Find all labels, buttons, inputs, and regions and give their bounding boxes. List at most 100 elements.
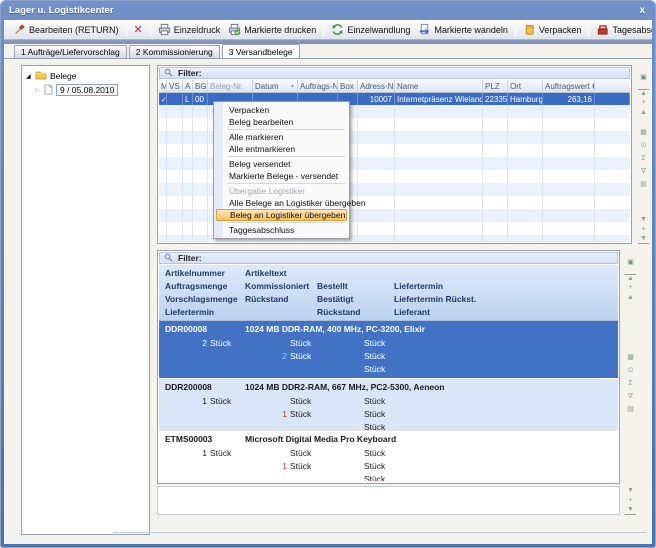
layout-icon[interactable]: ▤ [625,405,636,415]
header-auftragsmenge[interactable]: Auftragsmenge [165,280,227,293]
column-header-auftragswert[interactable]: Auftragswert € [543,80,595,92]
header-lieferant[interactable]: Lieferant [394,306,430,319]
up-row-icon[interactable]: ▲ [638,108,649,118]
artikel-row-ddr200008[interactable]: DDR2000081024 MB DDR2-RAM, 667 MHz, PC2-… [159,378,618,430]
tree-expanded-icon[interactable]: ◢ [26,73,32,80]
sum-icon[interactable]: Σ [638,154,649,164]
artikel-grid: Filter: Artikelnummer Artikeltext Auftra… [157,250,620,484]
markierte-drucken-button[interactable]: Markierte drucken [224,22,320,38]
tab-auftraege-liefervorschlag[interactable]: 1 Aufträge/Liefervorschlag [14,45,127,58]
menu-item-alle-entmarkieren[interactable]: Alle entmarkieren [215,143,348,155]
unit-label: Stück [290,460,311,473]
magnifier-icon [164,253,173,264]
column-header-auftrags-nr[interactable]: Auftrags-Nr. [298,80,338,92]
header-rueckstand[interactable]: Rückstand [245,293,288,306]
tagesabschluss-button[interactable]: Tagesabschluss [592,22,652,38]
add-row-icon[interactable]: + [625,496,636,506]
filter-icon[interactable]: ∇ [625,392,636,402]
menu-item-beleg-versendet[interactable]: Beleg versendet [215,158,348,170]
header-artikelnummer[interactable]: Artikelnummer [165,267,225,280]
unit-label: Stück [364,337,385,350]
unit-label: Stück [290,350,311,363]
close-button[interactable]: x [635,5,649,16]
sum-icon[interactable]: Σ [625,379,636,389]
menu-item-alle-belege-an-logistiker[interactable]: Alle Belege an Logistiker übergeben [215,197,348,209]
header-liefertermin2[interactable]: Liefertermin [165,306,214,319]
unit-label: Stück [290,337,311,350]
column-header-box[interactable]: Box [338,80,358,92]
column-header-adress-nr[interactable]: Adress-Nr. [358,80,395,92]
tab-kommissionierung[interactable]: 2 Kommissionierung [129,45,220,58]
last-row-icon[interactable]: ▼ [638,235,649,244]
bottom-filter-bar[interactable]: Filter: [159,252,618,264]
artikel-row-etms00003[interactable]: ETMS00003Microsoft Digital Media Pro Key… [159,430,618,481]
column-chooser-icon[interactable]: ▣ [625,258,636,268]
column-header-bg[interactable]: BG [193,80,208,92]
column-header-a[interactable]: A [183,80,193,92]
bearbeiten-button[interactable]: Bearbeiten (RETURN) [9,22,123,38]
menu-item-verpacken[interactable]: Verpacken [215,104,348,116]
grid-view-icon[interactable]: ▦ [638,128,649,138]
header-bestaetigt[interactable]: Bestätigt [317,293,353,306]
printer-check-icon [228,23,241,36]
column-header-plz[interactable]: PLZ [483,80,508,92]
down-row-icon[interactable]: ▼ [625,486,636,496]
tab-versandbelege[interactable]: 3 Versandbelege [222,44,300,58]
delete-button[interactable]: ✕ [130,22,147,38]
einzeldruck-button[interactable]: Einzeldruck [154,22,225,38]
markierte-wandeln-button[interactable]: Markierte wandeln [414,22,512,38]
column-header-beleg-nr[interactable]: Beleg-Nr. [208,80,253,92]
search-icon[interactable]: ⊙ [638,141,649,151]
header-bestellt[interactable]: Bestellt [317,280,348,293]
header-liefertermin-rueckst[interactable]: Liefertermin Rückst. [394,293,476,306]
menu-item-beleg-an-logistiker[interactable]: Beleg an Logistiker übergeben [216,209,347,221]
unit-label: Stück [290,395,311,408]
artikel-grid-footer-area [157,486,620,515]
search-icon[interactable]: ⊙ [625,366,636,376]
up-row-icon[interactable]: ▲ [625,293,636,303]
header-vorschlagsmenge[interactable]: Vorschlagsmenge [165,293,238,306]
menu-item-markierte-belege-versendet[interactable]: Markierte Belege - versendet [215,170,348,182]
column-header-ort[interactable]: Ort [508,80,543,92]
menu-item-tagesabschluss[interactable]: Taggesabschluss [215,224,348,236]
tree-collapsed-icon[interactable]: ▷ [35,87,41,94]
filter-label: Filter: [178,253,202,263]
grid-view-icon[interactable]: ▦ [625,353,636,363]
layout-icon[interactable]: ▤ [638,180,649,190]
add-row-icon[interactable]: + [638,98,649,108]
unit-label: Stück [210,395,231,408]
tree-node-beleg-9[interactable]: ▷ 9 / 05.08.2010 [22,83,149,97]
header-rueckstand2[interactable]: Rückstand [317,306,360,319]
einzelwandlung-button[interactable]: Einzelwandlung [327,22,414,38]
add-row-icon[interactable]: + [625,283,636,293]
column-header-vs[interactable]: VS [167,80,183,92]
delete-x-icon: ✕ [134,23,143,36]
column-header-m[interactable]: M [159,80,167,92]
main-toolbar: Bearbeiten (RETURN) ✕ Einzeldruck Markie… [4,20,652,40]
down-row-icon[interactable]: ▼ [638,215,649,225]
top-filter-bar[interactable]: Filter: [159,67,630,79]
einzelwandlung-label: Einzelwandlung [347,25,410,35]
header-liefertermin[interactable]: Liefertermin [394,280,443,293]
header-kommissioniert[interactable]: Kommissioniert [245,280,309,293]
column-header-datum[interactable]: Datum▲ [253,80,298,92]
unit-label: Stück [210,337,231,350]
column-chooser-icon[interactable]: ▣ [638,73,649,83]
add-row-icon[interactable]: + [638,225,649,235]
tab-label: 1 Aufträge/Liefervorschlag [21,47,120,57]
filter-icon[interactable]: ∇ [638,167,649,177]
last-row-icon[interactable]: ▼ [625,506,636,515]
tree-node-belege[interactable]: ◢ Belege [22,69,149,83]
first-row-icon[interactable]: ▲ [638,89,649,98]
verpacken-button[interactable]: Verpacken [519,22,586,38]
artikel-row-ddr00008[interactable]: DDR000081024 MB DDR-RAM, 400 MHz, PC-320… [159,321,618,378]
menu-item-beleg-bearbeiten[interactable]: Beleg bearbeiten [215,116,348,128]
belege-tree-panel: ◢ Belege ▷ 9 / 05.08.2010 [21,65,150,535]
menu-item-alle-markieren[interactable]: Alle markieren [215,131,348,143]
folder-icon [35,70,47,82]
tab-label: 2 Kommissionierung [136,47,213,57]
column-header-name[interactable]: Name [395,80,483,92]
first-row-icon[interactable]: ▲ [625,274,636,283]
header-artikeltext[interactable]: Artikeltext [245,267,287,280]
menu-item-uebergabe-logistiker: Übergabe Logistiker [215,185,348,197]
